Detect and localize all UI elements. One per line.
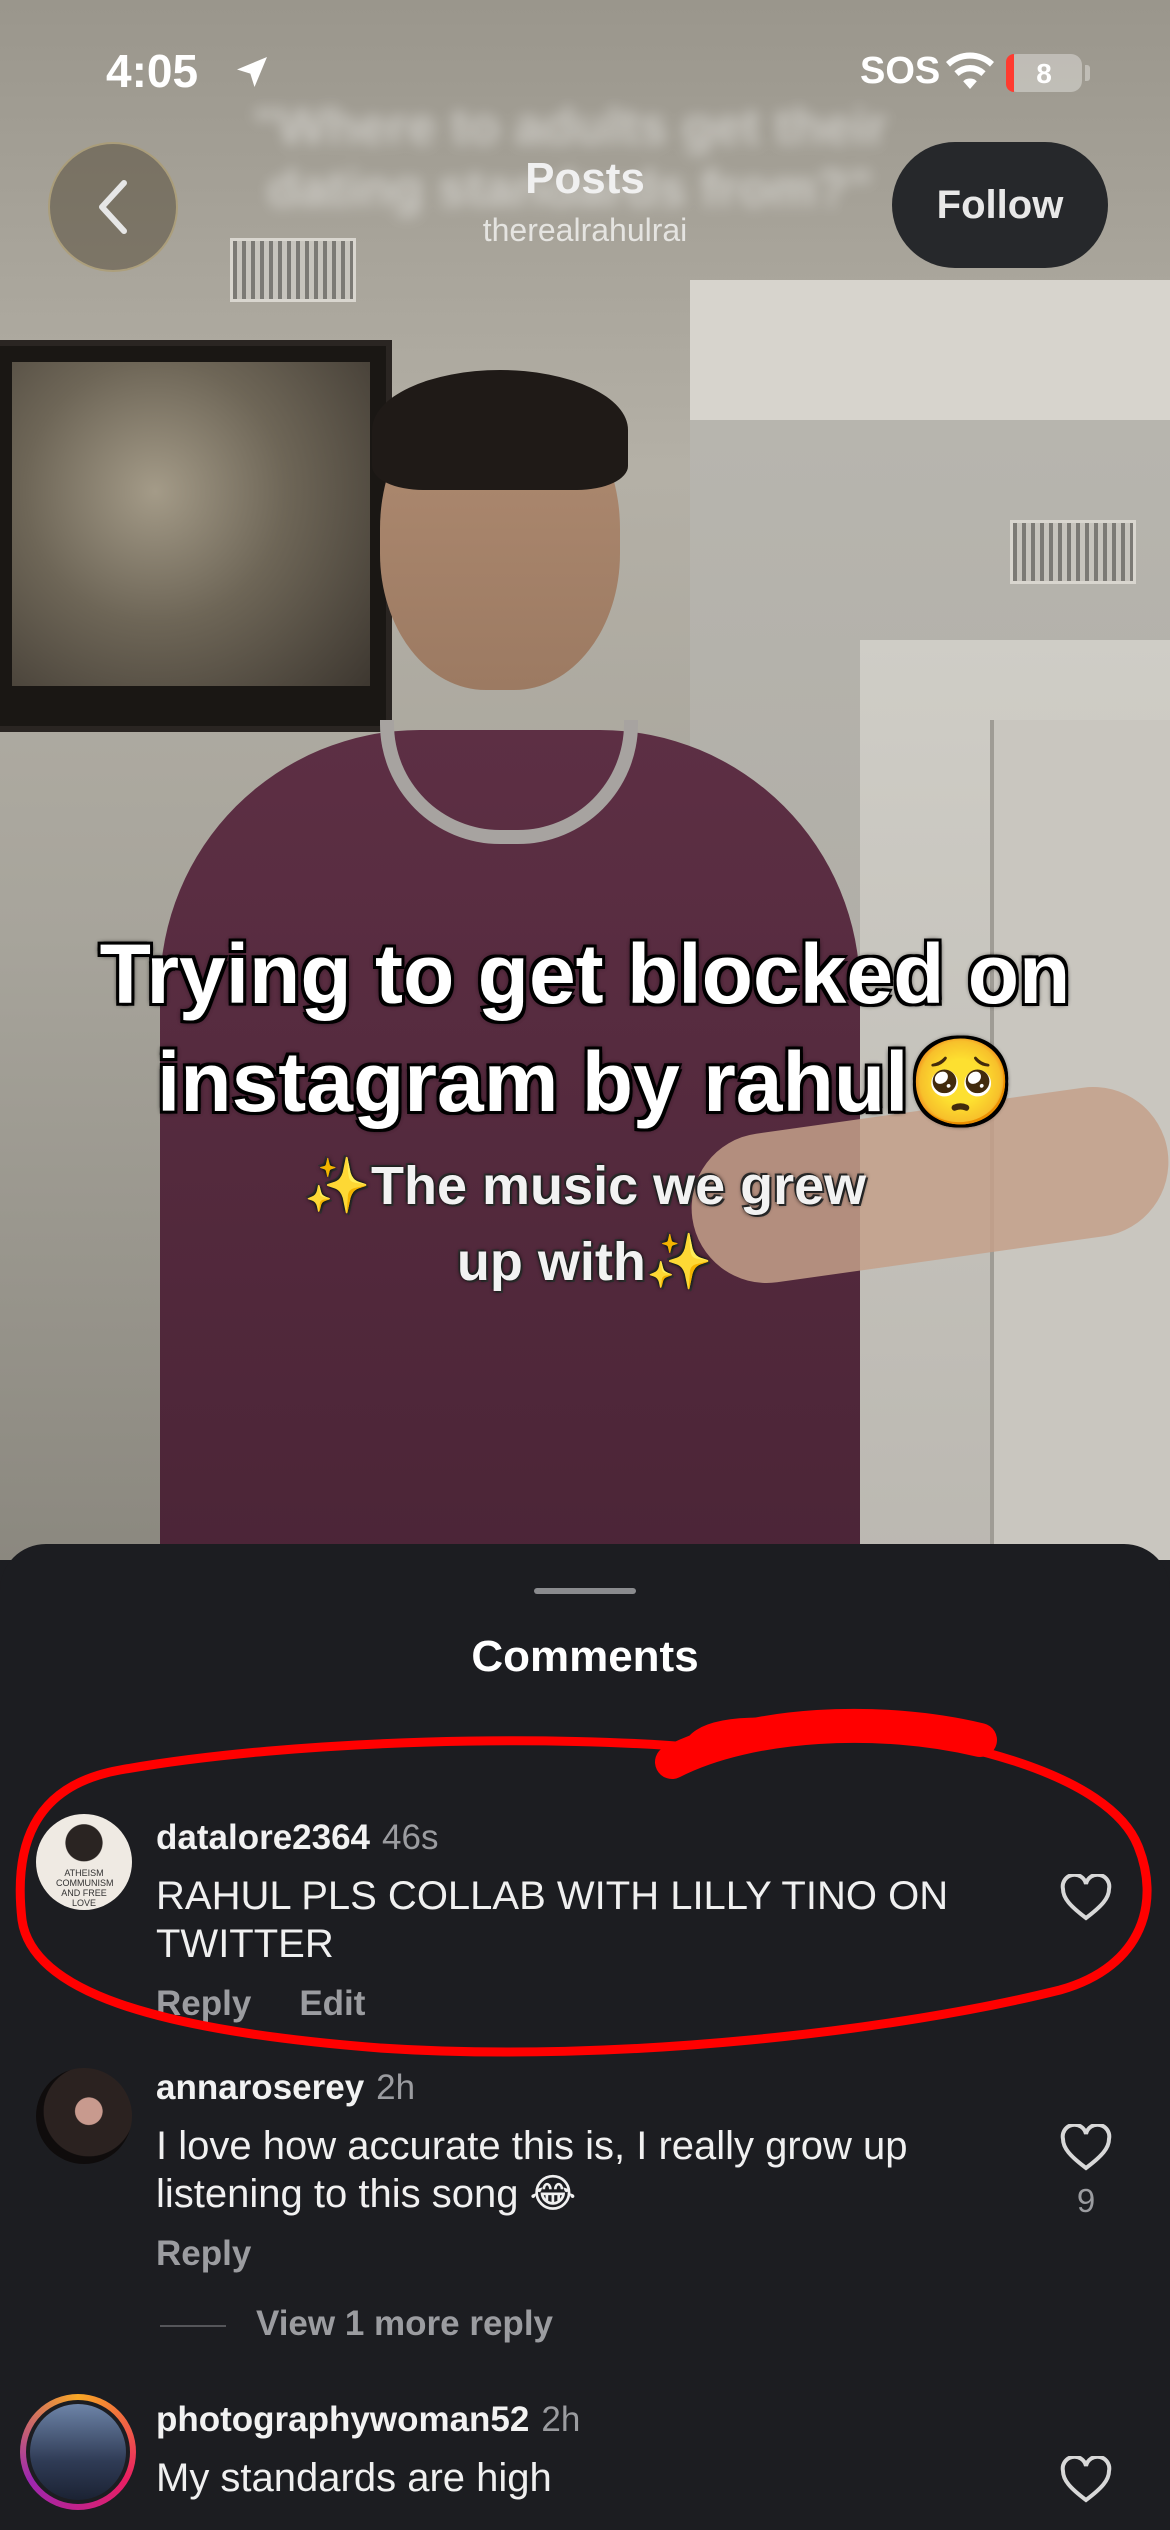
comment-actions: Reply Edit	[156, 1984, 413, 2024]
wall-vent	[1010, 520, 1136, 584]
comment-username[interactable]: photographywoman52	[156, 2400, 529, 2439]
comment-text: I love how accurate this is, I really gr…	[156, 2124, 908, 2216]
comment-actions: Reply	[156, 2234, 299, 2274]
comment-timestamp: 2h	[541, 2400, 581, 2439]
video-caption: Trying to get blocked on instagram by ra…	[99, 927, 1071, 1129]
comment-username[interactable]: annaroserey	[156, 2068, 364, 2107]
avatar[interactable]	[36, 2068, 132, 2164]
comments-sheet: Comments ATHEISM COMMUNISM AND FREE LOVE…	[0, 1544, 1170, 2530]
edit-button[interactable]: Edit	[299, 1984, 365, 2023]
video-sub-caption: ✨The music we grew up with✨	[303, 1156, 867, 1292]
follow-button[interactable]: Follow	[892, 142, 1108, 268]
location-arrow-icon	[237, 57, 267, 87]
comment-timestamp: 46s	[382, 1818, 439, 1857]
comment-username[interactable]: datalore2364	[156, 1818, 370, 1857]
wifi-icon	[946, 52, 994, 89]
comment-text: My standards are high	[156, 2456, 552, 2500]
reply-button[interactable]: Reply	[156, 2234, 251, 2273]
comment-text: RAHUL PLS COLLAB WITH LILLY TINO ON TWIT…	[156, 1874, 949, 1966]
heart-icon[interactable]	[1060, 2456, 1112, 2504]
ceiling	[690, 280, 1170, 420]
avatar[interactable]	[26, 2400, 130, 2504]
comment-header: datalore2364 46s	[156, 1818, 438, 1858]
framed-poster	[0, 340, 392, 732]
battery-level: 8	[1036, 58, 1052, 89]
person-hair	[372, 370, 628, 490]
battery-cap	[1085, 65, 1090, 81]
reply-button[interactable]: Reply	[156, 1984, 251, 2023]
reply-thread-line	[160, 2324, 226, 2327]
view-more-replies-button[interactable]: View 1 more reply	[160, 2304, 553, 2344]
status-time: 4:05	[106, 45, 199, 97]
heart-icon[interactable]	[1060, 2124, 1112, 2172]
carrier-label: SOS	[860, 50, 941, 92]
status-bar: 4:05 SOS 8	[0, 0, 1170, 150]
avatar-shirt-text: ATHEISM COMMUNISM AND FREE LOVE	[56, 1868, 114, 1908]
comment-header: photographywoman52 2h	[156, 2400, 580, 2440]
view-more-replies-label: View 1 more reply	[256, 2304, 554, 2343]
sheet-grabber-handle[interactable]	[534, 1588, 636, 1594]
heart-icon[interactable]	[1060, 1874, 1112, 1922]
comment-header: annaroserey 2h	[156, 2068, 415, 2108]
like-count: 9	[1076, 2182, 1096, 2219]
comment-timestamp: 2h	[376, 2068, 416, 2107]
comments-title: Comments	[471, 1632, 699, 1681]
avatar[interactable]: ATHEISM COMMUNISM AND FREE LOVE	[36, 1814, 132, 1910]
battery-icon: 8	[1006, 54, 1082, 92]
